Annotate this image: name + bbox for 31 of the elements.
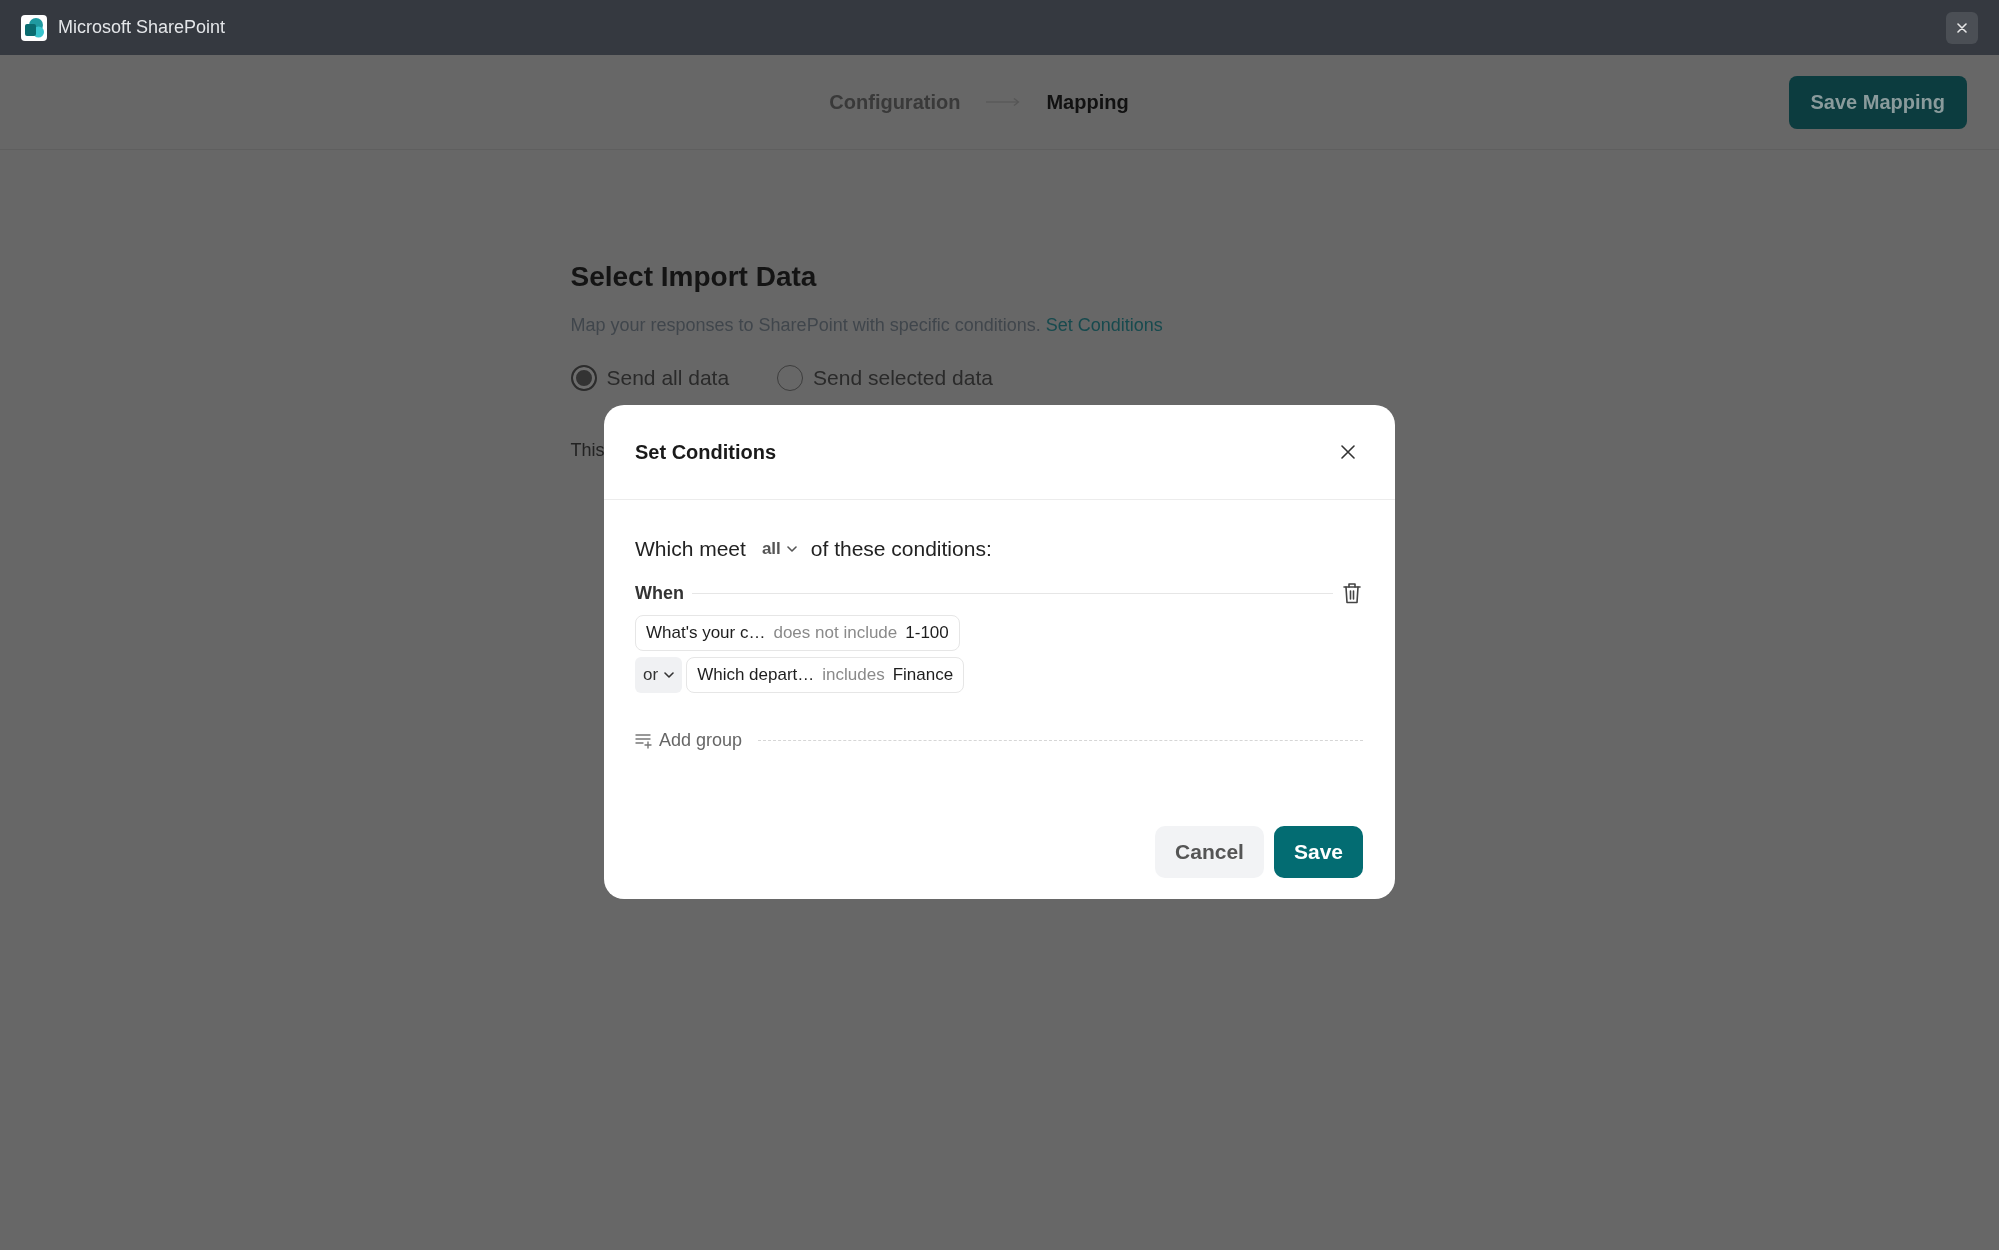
condition-chip[interactable]: Which depart… includes Finance	[686, 657, 965, 693]
condition-chip[interactable]: What's your c… does not include 1-100	[635, 615, 960, 651]
logo-icon	[21, 14, 47, 41]
radio-button[interactable]	[570, 364, 597, 391]
delete-button[interactable]	[1341, 581, 1363, 605]
condition-operator: does not include	[773, 622, 898, 645]
cancel-button[interactable]: Cancel	[1155, 826, 1264, 878]
save-button[interactable]: Save	[1273, 826, 1363, 878]
condition-text: of these conditions:	[810, 536, 992, 562]
caret-icon	[786, 546, 797, 552]
section-title: Select Import Data	[570, 260, 818, 294]
save-mapping-button[interactable]: Save Mapping	[1788, 75, 1967, 129]
condition-field: Which depart…	[697, 662, 815, 688]
add-list-icon	[635, 732, 653, 749]
window-title: Microsoft SharePoint	[58, 16, 226, 39]
close-icon	[1957, 22, 1967, 33]
add-group-button[interactable]: Add group	[635, 727, 743, 754]
dialog-title: Set Conditions	[635, 440, 777, 465]
connector-dropdown[interactable]: or	[635, 657, 683, 693]
step-tab[interactable]: Mapping	[1046, 87, 1129, 117]
close-icon	[1341, 445, 1355, 459]
trash-icon	[1343, 582, 1361, 604]
condition-text: Which meet	[635, 536, 746, 562]
body-text: This	[570, 438, 605, 462]
condition-value: Finance	[892, 664, 954, 687]
condition-operator: includes	[822, 664, 885, 687]
caret-icon	[664, 672, 675, 678]
condition-value: 1-100	[905, 622, 949, 645]
condition-field: What's your c…	[646, 620, 766, 646]
match-dropdown[interactable]: all	[757, 536, 801, 562]
group-label: When	[635, 581, 684, 605]
